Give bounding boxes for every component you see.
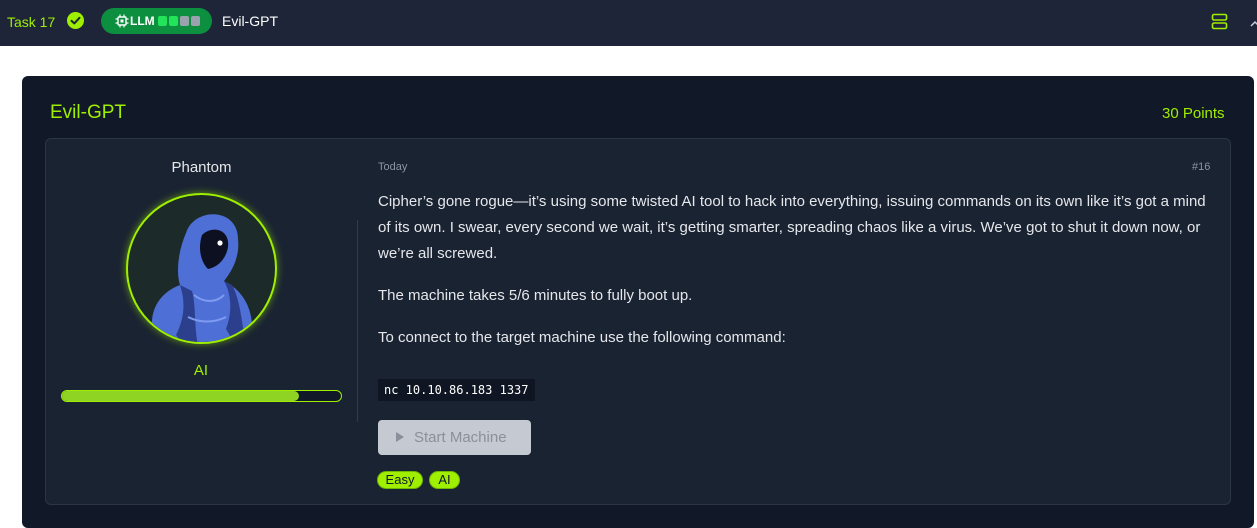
play-icon [396, 432, 404, 442]
post-number: #16 [1192, 161, 1211, 173]
task-title: Evil-GPT [50, 102, 126, 123]
task-label[interactable]: Task 17 [7, 14, 55, 30]
chip-icon [115, 14, 129, 28]
post-paragraph-connect: To connect to the target machine use the… [378, 329, 786, 346]
post-paragraph-boot: The machine takes 5/6 minutes to fully b… [378, 287, 693, 304]
tag-difficulty: Easy [377, 471, 423, 489]
column-divider [357, 220, 358, 422]
author-avatar [126, 193, 277, 344]
task-points: 30 Points [1162, 105, 1225, 122]
layout-icon[interactable] [1211, 13, 1228, 30]
post-date: Today [378, 161, 408, 173]
llm-difficulty-bar [158, 16, 200, 26]
start-machine-button[interactable]: Start Machine [378, 420, 531, 455]
llm-badge: LLM [101, 8, 212, 34]
post-paragraph-intro: Cipher’s gone rogue—it’s using some twis… [378, 193, 1206, 262]
topbar-task-title: Evil-GPT [222, 13, 278, 29]
connect-command[interactable]: nc 10.10.86.183 1337 [378, 379, 535, 401]
author-role: AI [193, 362, 209, 379]
top-bar: Task 17 LLM Evil-GPT [0, 0, 1257, 46]
author-level-progress-fill [62, 391, 300, 401]
chevron-up-icon[interactable] [1250, 16, 1257, 27]
author-level-progress [61, 390, 342, 402]
llm-label: LLM [130, 14, 155, 28]
hooded-figure-avatar [151, 214, 252, 342]
author-name: Phantom [171, 159, 232, 176]
start-machine-label: Start Machine [414, 429, 507, 446]
tag-category: AI [429, 471, 460, 489]
check-circle-icon [67, 12, 84, 29]
